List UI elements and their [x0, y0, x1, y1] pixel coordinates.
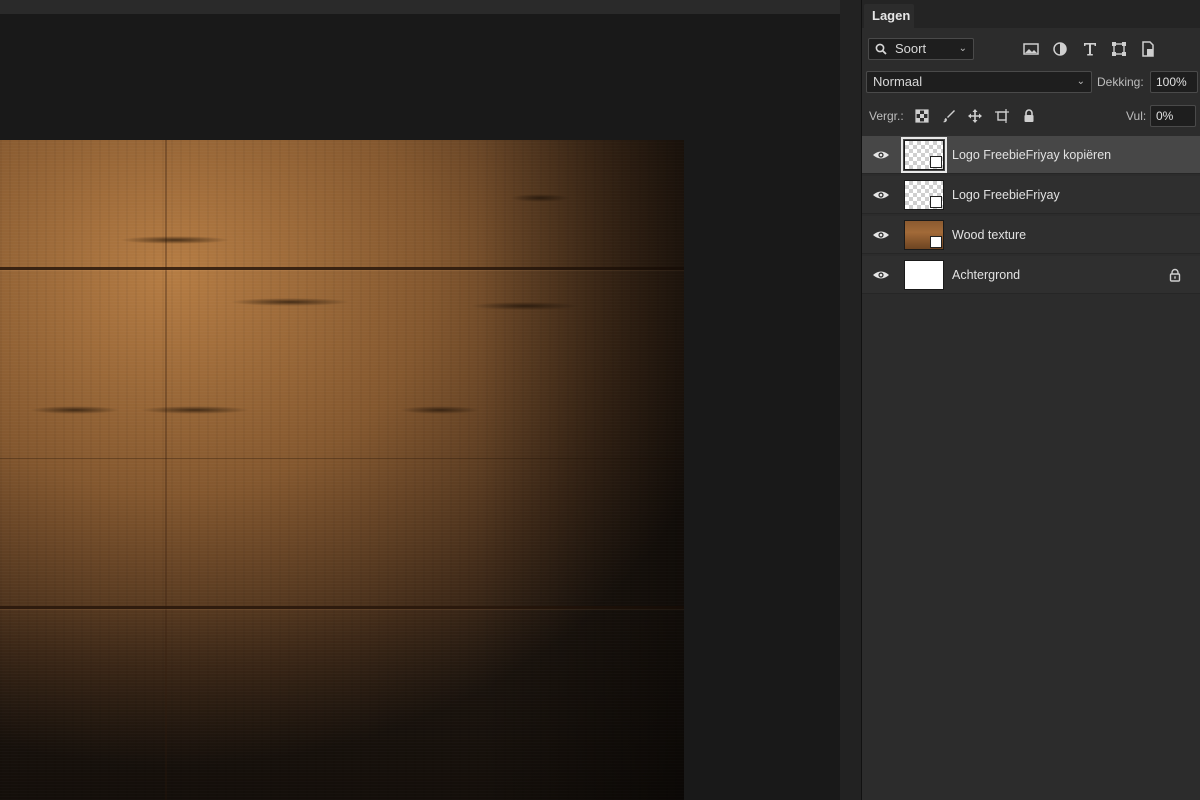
- blend-mode-dropdown[interactable]: Normaal ⌄: [866, 71, 1092, 93]
- image-filter-icon[interactable]: [1022, 40, 1040, 58]
- smart-object-filter-icon[interactable]: [1139, 40, 1157, 58]
- layer-thumbnail[interactable]: [901, 137, 947, 173]
- canvas-area[interactable]: [0, 14, 840, 800]
- chevron-down-icon: ⌄: [1076, 76, 1085, 87]
- opacity-label: Dekking:: [1097, 75, 1144, 89]
- document-canvas[interactable]: [0, 140, 684, 800]
- blend-mode-value: Normaal: [873, 74, 923, 89]
- type-filter-icon[interactable]: [1081, 40, 1099, 58]
- layer-name[interactable]: Logo FreebieFriyay kopiëren: [952, 148, 1111, 162]
- lock-label: Vergr.:: [869, 109, 904, 123]
- eye-visibility-icon[interactable]: [872, 227, 890, 243]
- layer-row[interactable]: Logo FreebieFriyay: [862, 176, 1200, 214]
- layer-kind-filter-value: Soort: [895, 41, 927, 56]
- layer-row[interactable]: Achtergrond: [862, 256, 1200, 294]
- eye-visibility-icon[interactable]: [872, 187, 890, 203]
- chevron-down-icon: ⌄: [958, 43, 967, 54]
- eye-visibility-icon[interactable]: [872, 267, 890, 283]
- lock-transparent-pixels-icon[interactable]: [914, 108, 930, 124]
- panel-tabbar: Lagen: [862, 0, 1200, 28]
- smart-object-badge-icon: [930, 236, 942, 248]
- lock-image-pixels-brush-icon[interactable]: [941, 108, 957, 124]
- layer-name[interactable]: Achtergrond: [952, 268, 1020, 282]
- fill-label: Vul:: [1126, 109, 1147, 123]
- search-icon: [875, 43, 887, 55]
- adjustment-filter-icon[interactable]: [1051, 40, 1069, 58]
- lock-position-move-icon[interactable]: [967, 108, 983, 124]
- layer-thumbnail[interactable]: [904, 220, 944, 250]
- panel-dock-gutter: [840, 0, 862, 800]
- fill-input[interactable]: 0%: [1150, 105, 1196, 127]
- lock-artboard-icon[interactable]: [994, 108, 1010, 124]
- layer-thumbnail[interactable]: [904, 180, 944, 210]
- layer-name[interactable]: Wood texture: [952, 228, 1026, 242]
- lock-icon[interactable]: [1168, 268, 1182, 282]
- layer-row[interactable]: Logo FreebieFriyay kopiëren: [862, 136, 1200, 174]
- smart-object-badge-icon: [930, 196, 942, 208]
- eye-visibility-icon[interactable]: [872, 147, 890, 163]
- layer-thumbnail[interactable]: [904, 260, 944, 290]
- layers-panel: Lagen Soort ⌄ Normaal ⌄ Dekking: 100% Ve…: [862, 0, 1200, 800]
- opacity-input[interactable]: 100%: [1150, 71, 1198, 93]
- layer-row[interactable]: Wood texture: [862, 216, 1200, 254]
- wood-vignette: [0, 140, 684, 800]
- layer-name[interactable]: Logo FreebieFriyay: [952, 188, 1060, 202]
- shape-filter-icon[interactable]: [1110, 40, 1128, 58]
- tab-layers[interactable]: Lagen: [864, 4, 914, 28]
- layers-list-empty-area[interactable]: [862, 296, 1200, 800]
- smart-object-badge-icon: [930, 156, 942, 168]
- lock-all-icon[interactable]: [1021, 108, 1037, 124]
- layer-kind-filter-dropdown[interactable]: Soort ⌄: [868, 38, 974, 60]
